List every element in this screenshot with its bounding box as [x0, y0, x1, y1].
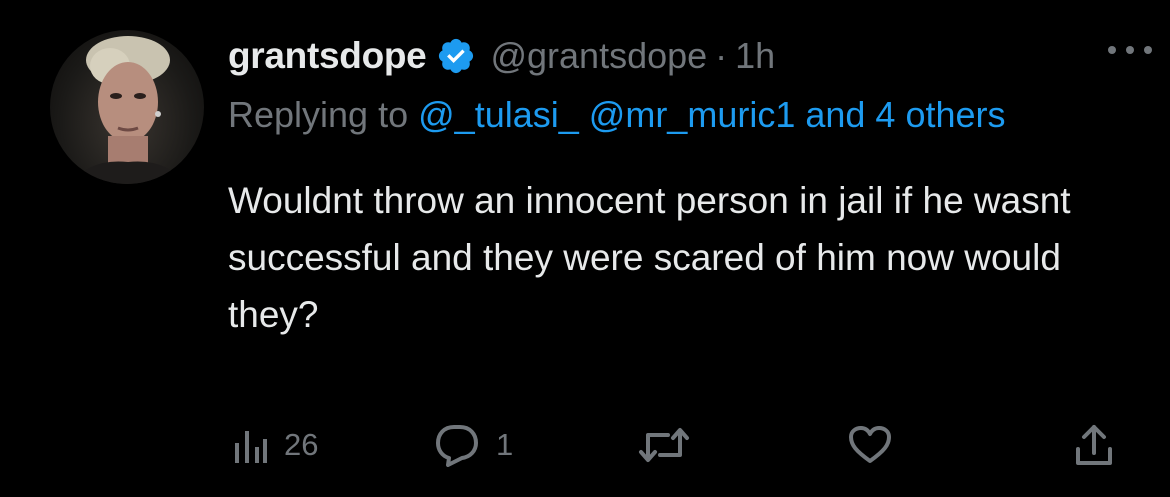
tweet-actions: 26 1	[228, 420, 1128, 470]
retweet-button[interactable]	[638, 420, 690, 470]
more-dots-icon[interactable]	[1100, 40, 1160, 60]
reply-bubble-icon	[434, 423, 480, 467]
like-button[interactable]	[848, 420, 892, 470]
tweet-body: Wouldnt throw an innocent person in jail…	[228, 180, 1071, 335]
share-icon	[1074, 423, 1114, 467]
views-count: 26	[284, 427, 319, 462]
reply-count: 1	[496, 427, 514, 462]
heart-icon	[848, 425, 892, 465]
views-button[interactable]: 26	[232, 420, 318, 470]
mention-more-link[interactable]: and 4 others	[805, 94, 1005, 135]
replying-to-label: Replying to	[228, 94, 409, 135]
retweet-icon	[638, 425, 690, 465]
verified-badge-icon	[436, 36, 476, 76]
tweet[interactable]: grantsdope @grantsdope · 1h Replying to …	[0, 0, 1170, 497]
reply-button[interactable]: 1	[434, 420, 513, 470]
mention-link[interactable]: @_tulasi_	[418, 94, 579, 135]
replying-to-line: Replying to @_tulasi_ @mr_muric1 and 4 o…	[228, 84, 1078, 146]
share-button[interactable]	[1074, 420, 1114, 470]
timestamp[interactable]: 1h	[735, 35, 775, 77]
user-handle[interactable]: @grantsdope	[490, 35, 707, 77]
display-name[interactable]: grantsdope	[228, 35, 427, 77]
tweet-header: grantsdope @grantsdope · 1h	[228, 30, 1128, 82]
separator-dot: ·	[715, 35, 728, 76]
mention-link[interactable]: @mr_muric1	[589, 94, 796, 135]
tweet-content: grantsdope @grantsdope · 1h Replying to …	[228, 30, 1128, 343]
avatar[interactable]	[50, 30, 204, 184]
views-chart-icon	[232, 425, 268, 465]
